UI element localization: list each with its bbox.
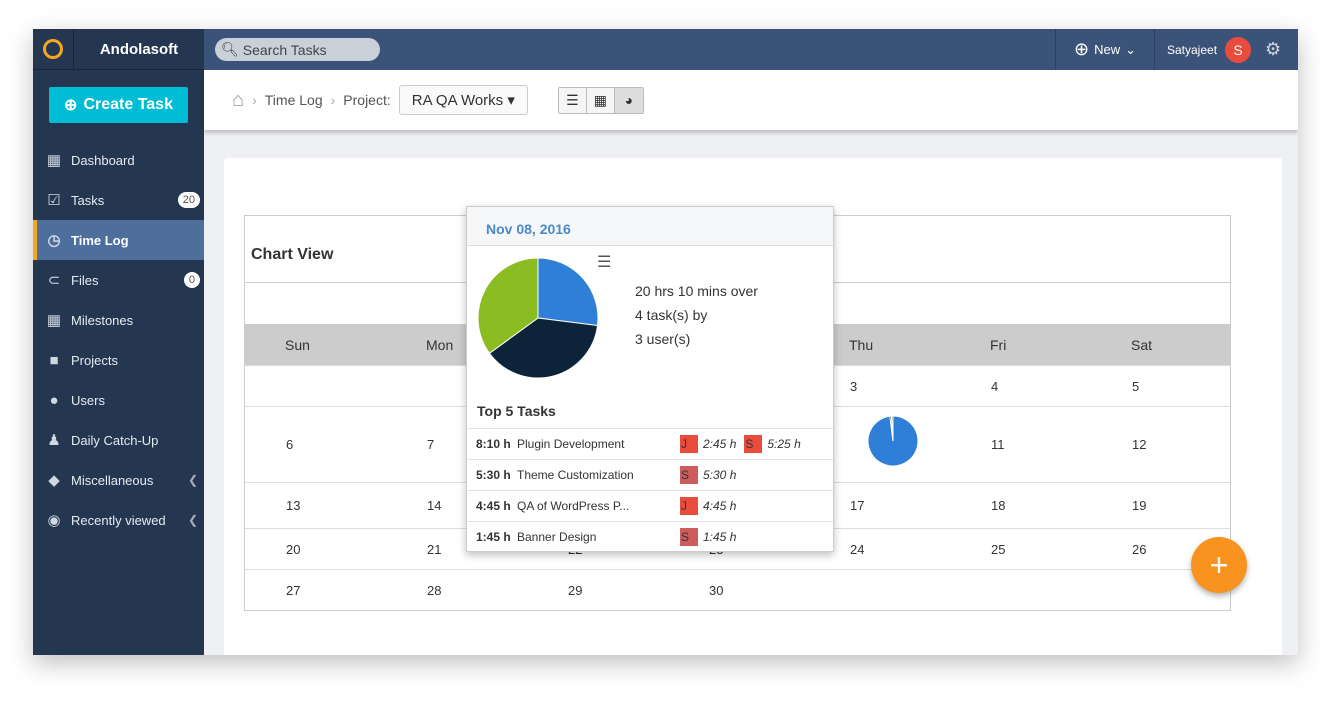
sidebar: Andolasoft ⊕ Create Task ▦ Dashboard ☑ Tasks…	[33, 29, 204, 655]
day-cell[interactable]: 4	[950, 366, 1091, 406]
home-icon[interactable]: ⌂	[232, 89, 244, 112]
logo-icon	[33, 29, 74, 70]
clipboard-check-icon: ☑	[47, 192, 61, 209]
day-cell[interactable]: 18	[950, 483, 1091, 528]
sidebar-item-miscellaneous[interactable]: ◆ Miscellaneous ❮	[33, 460, 204, 500]
day-cell[interactable]: 28	[386, 570, 527, 610]
day-cell[interactable]	[245, 366, 386, 406]
day-cell[interactable]: 13	[245, 483, 386, 528]
breadcrumb-time-log[interactable]: Time Log	[265, 92, 323, 108]
week-row: 27 28 29 30	[245, 569, 1230, 610]
day-cell[interactable]: 6	[245, 407, 386, 482]
calendar-view-icon[interactable]: ▦	[586, 87, 615, 113]
day-cell[interactable]: 5	[1091, 366, 1232, 406]
paperclip-icon: ⊂	[47, 272, 61, 289]
count-badge: 20	[177, 192, 200, 208]
day-cell[interactable]: 25	[950, 529, 1091, 569]
plus-circle-icon: ⊕	[1073, 39, 1090, 59]
sidebar-item-milestones[interactable]: ▦ Milestones	[33, 300, 204, 340]
chevron-left-icon: ❮	[187, 513, 198, 527]
breadcrumb: ⌂ › Time Log › Project: RA QA Works ▾ ☰ ▦ ◕	[204, 70, 1298, 130]
eye-icon: ◉	[47, 512, 61, 529]
sidebar-item-files[interactable]: ⊂ Files 0	[33, 260, 204, 300]
user-time: 4:45 h	[703, 499, 737, 513]
day-tooltip: Nov 08, 2016 ☰ 20 hrs 10 mins over 4 task…	[466, 206, 834, 552]
clipboard-plus-icon: ⊕	[64, 97, 78, 114]
sidebar-item-recently-viewed[interactable]: ◉ Recently viewed ❮	[33, 500, 204, 540]
gear-icon[interactable]: ⚙	[1265, 39, 1281, 60]
day-cell[interactable]: 29	[527, 570, 668, 610]
sidebar-item-users[interactable]: ● Users	[33, 380, 204, 420]
list-view-icon[interactable]: ☰	[558, 87, 587, 113]
task-row[interactable]: 8:10 h Plugin Development J 2:45 h S 5:25 h	[467, 428, 833, 459]
user-badge: S	[680, 466, 698, 484]
day-10-pie-chart[interactable]	[867, 415, 919, 467]
day-cell[interactable]: 30	[668, 570, 809, 610]
chevron-left-icon: ❮	[187, 473, 198, 487]
day-cell[interactable]	[809, 570, 950, 610]
grid-icon: ▦	[46, 312, 62, 329]
pie-slice-0[interactable]	[537, 257, 599, 327]
clock-icon: ◷	[47, 232, 61, 249]
bell-icon: ♟	[47, 432, 61, 449]
day-header: Sun	[285, 336, 310, 353]
briefcase-icon: ■	[49, 351, 59, 369]
user-time: 5:30 h	[703, 468, 737, 482]
tooltip-date: Nov 08, 2016	[467, 207, 833, 246]
sidebar-item-time-log[interactable]: ◷ Time Log	[33, 220, 204, 260]
user-badge: J	[680, 497, 698, 515]
user-time: 5:25 h	[767, 437, 801, 451]
day-cell[interactable]: 12	[1091, 407, 1232, 482]
day-cell[interactable]: 19	[1091, 483, 1232, 528]
task-row[interactable]: 4:45 h QA of WordPress P... J 4:45 h	[467, 490, 833, 521]
layers-icon: ◆	[48, 472, 60, 489]
user-time: 1:45 h	[703, 530, 737, 544]
chart-menu-icon[interactable]: ☰	[597, 252, 611, 272]
search-input[interactable]: 🔍︎ Search Tasks	[215, 38, 380, 61]
sidebar-item-dashboard[interactable]: ▦ Dashboard	[33, 140, 204, 180]
day-pie-chart	[477, 257, 599, 379]
dashboard-icon: ▦	[46, 152, 62, 169]
task-row[interactable]: 1:45 h Banner Design S 1:45 h	[467, 521, 833, 552]
add-fab-button[interactable]: +	[1191, 537, 1247, 593]
sidebar-item-projects[interactable]: ■ Projects	[33, 340, 204, 380]
user-badge: J	[680, 435, 698, 453]
day-cell[interactable]	[950, 570, 1091, 610]
sidebar-item-tasks[interactable]: ☑ Tasks 20	[33, 180, 204, 220]
count-badge: 0	[183, 272, 200, 288]
day-header: Fri	[990, 336, 1007, 353]
day-cell[interactable]: 20	[245, 529, 386, 569]
user-badge: S	[744, 435, 763, 453]
chevron-down-icon: ⌄	[1125, 41, 1136, 57]
brand-name: Andolasoft	[99, 40, 179, 58]
avatar: S	[1225, 36, 1252, 63]
top-tasks-title: Top 5 Tasks	[477, 403, 556, 419]
user-time: 2:45 h	[703, 437, 737, 451]
new-button[interactable]: ⊕ New ⌄	[1055, 29, 1155, 70]
search-icon: 🔍︎	[221, 41, 239, 57]
user-menu[interactable]: Satyajeet S ⚙	[1167, 29, 1281, 70]
project-select[interactable]: RA QA Works ▾	[398, 85, 528, 115]
sidebar-item-daily-catch-up[interactable]: ♟ Daily Catch-Up	[33, 420, 204, 460]
create-task-button[interactable]: ⊕ Create Task	[49, 87, 188, 123]
task-row[interactable]: 5:30 h Theme Customization S 5:30 h	[467, 459, 833, 490]
chart-view-icon[interactable]: ◕	[614, 87, 643, 113]
top-bar: 🔍︎ Search Tasks ⊕ New ⌄ Satyajeet S ⚙	[204, 29, 1298, 70]
user-icon: ●	[49, 391, 59, 409]
user-badge: S	[680, 528, 698, 546]
day-cell[interactable]: 27	[245, 570, 386, 610]
day-header: Sat	[1131, 336, 1153, 353]
day-cell[interactable]: 11	[950, 407, 1091, 482]
